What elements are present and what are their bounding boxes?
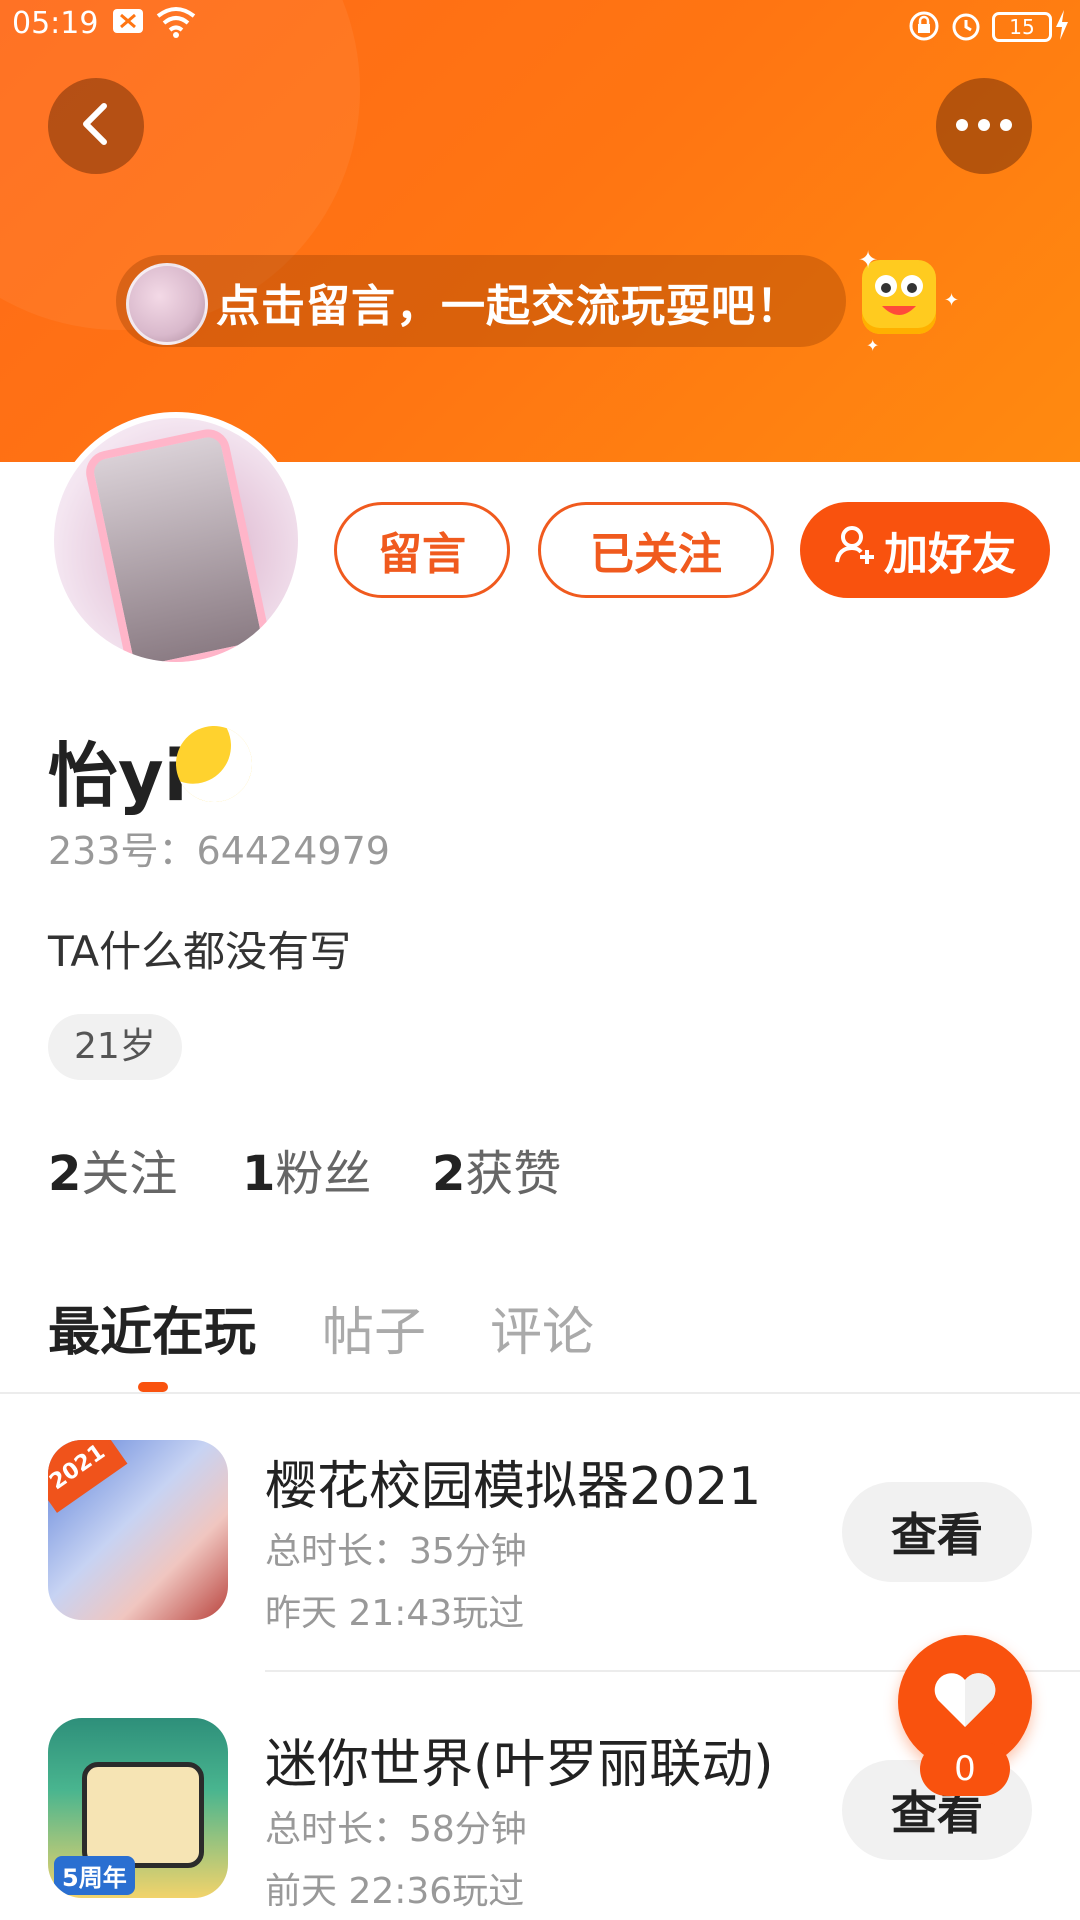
sparkle-icon: ✦ bbox=[944, 290, 960, 311]
heart-icon bbox=[932, 1671, 998, 1733]
wifi-icon bbox=[156, 6, 196, 45]
tab-recently-played[interactable]: 最近在玩 bbox=[48, 1290, 256, 1365]
game-icon-mini-world[interactable]: 5周年 bbox=[48, 1718, 228, 1898]
alarm-icon bbox=[950, 10, 982, 49]
game-title[interactable]: 樱花校园模拟器2021 bbox=[265, 1444, 761, 1519]
game-title[interactable]: 迷你世界(叶罗丽联动) bbox=[265, 1722, 774, 1797]
user-bio: TA什么都没有写 bbox=[48, 927, 352, 976]
add-friend-button[interactable]: 加好友 bbox=[800, 502, 1050, 598]
stat-label: 关注 bbox=[81, 1146, 178, 1202]
chevron-left-icon bbox=[76, 100, 116, 152]
divider bbox=[0, 1392, 1080, 1394]
avatar[interactable] bbox=[48, 412, 304, 668]
sparkle-icon: ✦ bbox=[858, 246, 879, 274]
game-duration: 总时长：35分钟 bbox=[265, 1531, 527, 1572]
stat-label: 粉丝 bbox=[275, 1146, 372, 1202]
user-id: 233号：64424979 bbox=[48, 829, 390, 873]
battery-indicator: 15 bbox=[992, 12, 1052, 42]
tab-comments[interactable]: 评论 bbox=[490, 1290, 594, 1365]
user-name: 怡yi bbox=[48, 735, 188, 817]
more-button[interactable] bbox=[936, 78, 1032, 174]
stat-value: 2 bbox=[48, 1146, 82, 1202]
game-duration: 总时长：58分钟 bbox=[265, 1809, 527, 1850]
stat-value: 2 bbox=[432, 1146, 466, 1202]
notification-icon bbox=[112, 8, 144, 41]
game-badge: 5周年 bbox=[54, 1856, 135, 1895]
stat-likes[interactable]: 2获赞 bbox=[432, 1134, 561, 1204]
tab-indicator bbox=[138, 1382, 168, 1392]
more-horizontal-icon bbox=[954, 117, 1014, 136]
stat-label: 获赞 bbox=[465, 1146, 562, 1202]
game-last-played: 前天 22:36玩过 bbox=[265, 1871, 525, 1912]
following-button[interactable]: 已关注 bbox=[538, 502, 774, 598]
game-badge: 2021 bbox=[48, 1440, 128, 1513]
game-icon-sakura[interactable]: 2021 bbox=[48, 1440, 228, 1620]
back-button[interactable] bbox=[48, 78, 144, 174]
stat-following[interactable]: 2关注 bbox=[48, 1134, 177, 1204]
age-tag: 21岁 bbox=[48, 1014, 182, 1080]
add-friend-label: 加好友 bbox=[884, 529, 1016, 580]
profile-header bbox=[0, 0, 1080, 462]
charging-icon bbox=[1054, 10, 1070, 47]
status-time: 05:19 bbox=[12, 6, 99, 41]
like-count: 0 bbox=[920, 1742, 1010, 1796]
game-last-played: 昨天 21:43玩过 bbox=[265, 1593, 525, 1634]
banner-avatar bbox=[126, 263, 208, 345]
sparkle-icon: ✦ bbox=[866, 336, 880, 355]
lock-rotation-icon bbox=[908, 10, 940, 49]
message-button[interactable]: 留言 bbox=[334, 502, 510, 598]
stat-value: 1 bbox=[242, 1146, 276, 1202]
avatar-photo bbox=[82, 425, 272, 662]
game-character bbox=[82, 1762, 204, 1868]
banner-text: 点击留言，一起交流玩耍吧！ bbox=[216, 281, 801, 332]
stat-fans[interactable]: 1粉丝 bbox=[242, 1134, 371, 1204]
tab-posts[interactable]: 帖子 bbox=[322, 1290, 426, 1365]
view-button[interactable]: 查看 bbox=[842, 1482, 1032, 1582]
add-user-icon bbox=[834, 524, 876, 577]
